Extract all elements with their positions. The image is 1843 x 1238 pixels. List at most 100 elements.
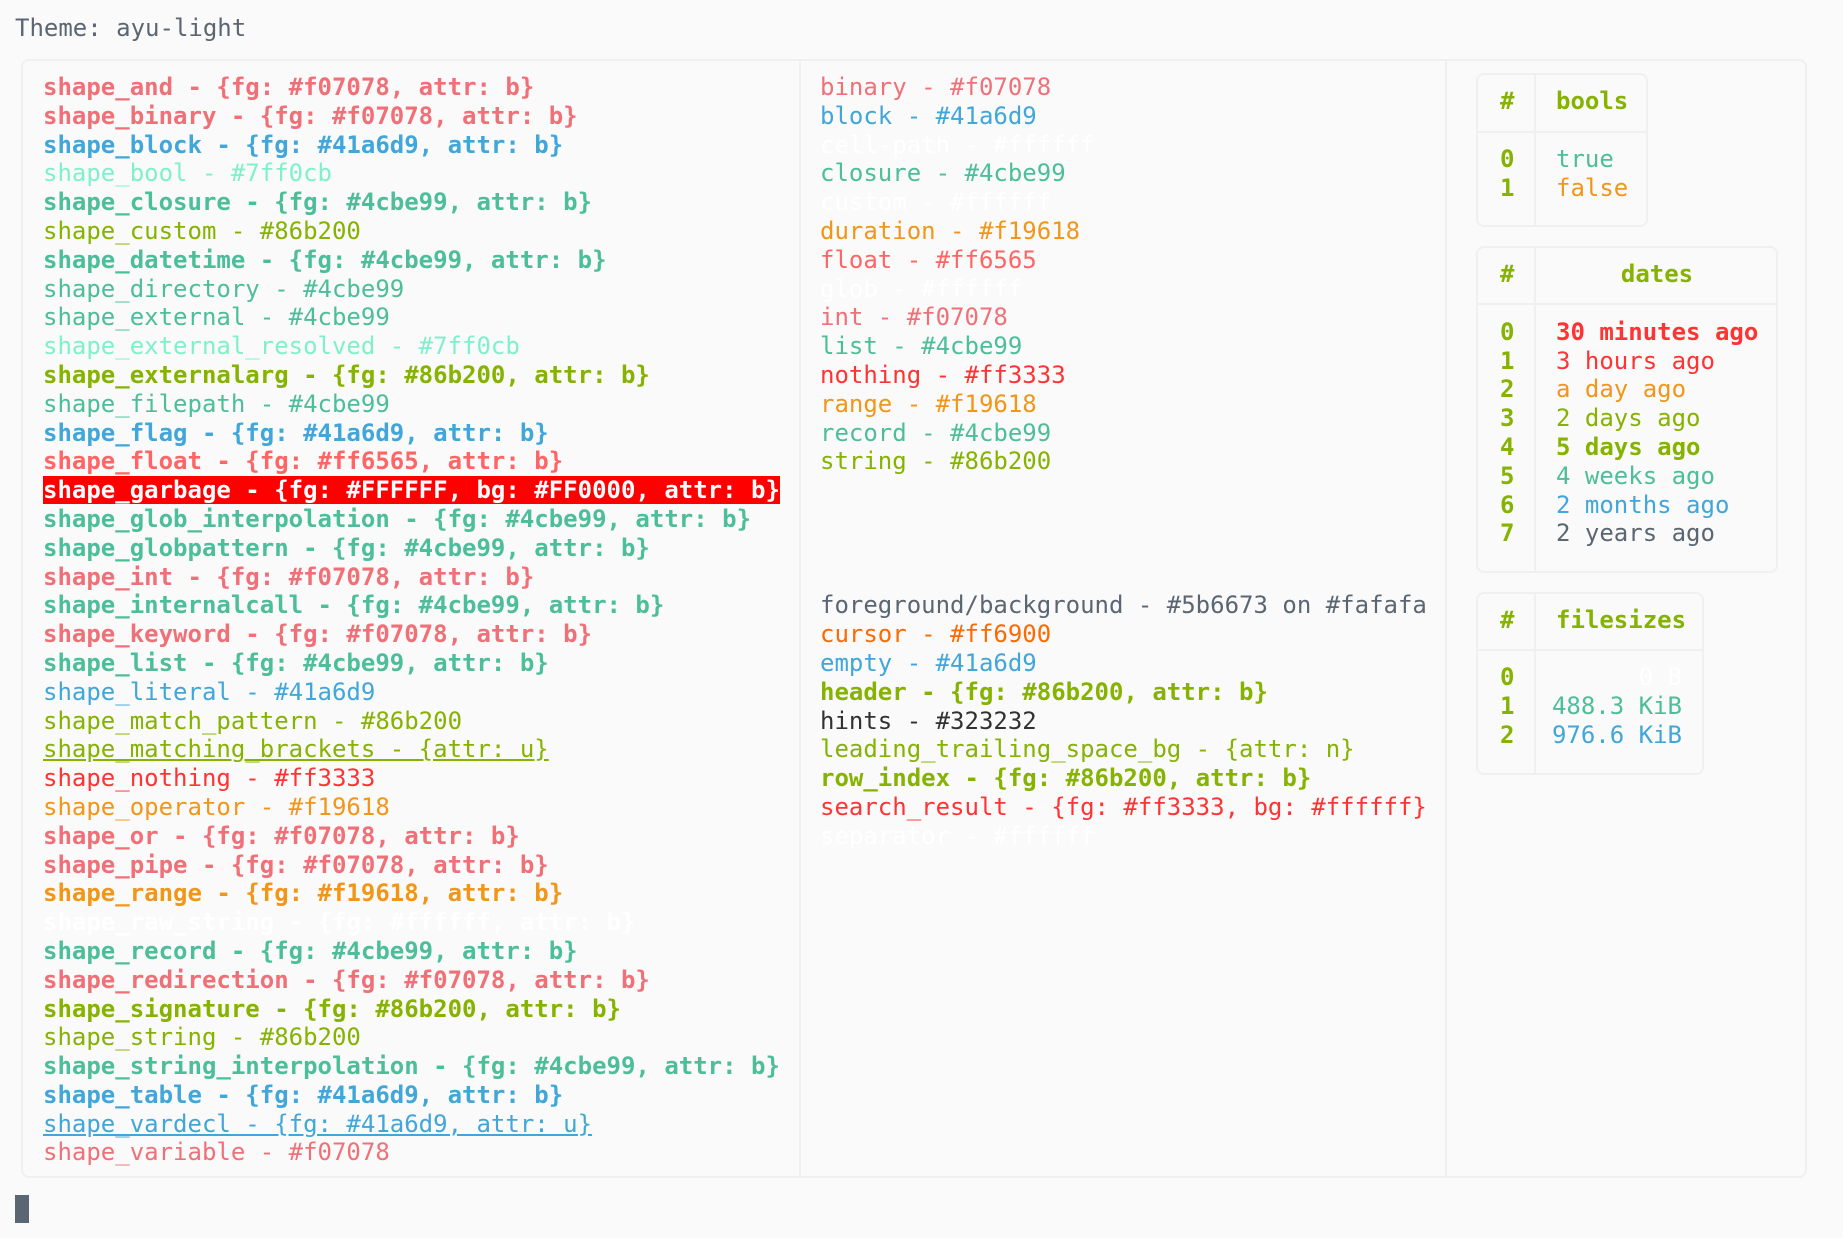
table-filesizes: # filesizes 0 0 B 1 488.3 KiB 2 976.6 KiB	[1476, 591, 1704, 775]
style-line-text: binary - #f07078	[820, 73, 1052, 101]
style-line-text: shape_internalcall - {fg: #4cbe99, attr:…	[43, 591, 665, 620]
style-line: shape_flag - {fg: #41a6d9, attr: b}	[43, 419, 780, 448]
style-line: foreground/background - #5b6673 on #fafa…	[820, 591, 1427, 620]
style-line-text: shape_int - {fg: #f07078, attr: b}	[43, 562, 535, 591]
row-index: 6	[1500, 490, 1515, 519]
style-line-text: shape_globpattern - {fg: #4cbe99, attr: …	[43, 533, 650, 562]
style-line: shape_list - {fg: #4cbe99, attr: b}	[43, 649, 780, 678]
style-line-text: int - #f07078	[820, 303, 1008, 332]
table-dates: # dates 0 30 minutes ago 1 3 hours ago 2 a day …	[1476, 246, 1778, 573]
style-line: int - #f07078	[820, 303, 1427, 332]
style-line	[820, 476, 1427, 505]
style-line: shape_binary - {fg: #f07078, attr: b}	[43, 102, 780, 131]
style-line-text: cursor - #ff6900	[820, 620, 1052, 649]
type-styles-column: binary - #f07078 block - #41a6d9 cell-path…	[820, 73, 1427, 851]
style-line: shape_custom - #86b200	[43, 217, 780, 246]
header-separator	[1478, 130, 1646, 133]
style-line: block - #41a6d9	[820, 102, 1427, 131]
style-line-text: shape_bool - #7ff0cb	[43, 159, 332, 188]
style-line-text: shape_externalarg - {fg: #86b200, attr: …	[43, 360, 650, 389]
style-line-text: shape_or - {fg: #f07078, attr: b}	[43, 821, 520, 850]
row-index: 5	[1500, 461, 1515, 490]
table-bools: # bools 0 true 1 false	[1476, 73, 1648, 228]
style-line-text: shape_variable - #f07078	[43, 1138, 390, 1167]
style-line: shape_glob_interpolation - {fg: #4cbe99,…	[43, 505, 780, 534]
terminal-cursor	[15, 1195, 29, 1223]
column-header: dates	[1620, 260, 1694, 289]
column-divider	[1534, 593, 1536, 773]
style-line-text: empty - #41a6d9	[820, 648, 1037, 677]
style-line: separator - #ffffff	[820, 822, 1427, 851]
style-line-text: shape_block - {fg: #41a6d9, attr: b}	[43, 130, 564, 159]
style-line: shape_table - {fg: #41a6d9, attr: b}	[43, 1081, 780, 1110]
style-line	[820, 505, 1427, 534]
style-line: search_result - {fg: #ff3333, bg: #fffff…	[820, 793, 1427, 822]
style-line-text: block - #41a6d9	[820, 101, 1037, 130]
style-line: duration - #f19618	[820, 217, 1427, 246]
style-line: shape_keyword - {fg: #f07078, attr: b}	[43, 620, 780, 649]
style-line: shape_external - #4cbe99	[43, 303, 780, 332]
row-index: 7	[1500, 519, 1515, 548]
style-line: shape_filepath - #4cbe99	[43, 390, 780, 419]
style-line-text: header - {fg: #86b200, attr: b}	[820, 677, 1268, 706]
style-line-text: shape_closure - {fg: #4cbe99, attr: b}	[43, 188, 593, 217]
style-line-text: shape_external - #4cbe99	[43, 303, 390, 332]
cell-value: 30 minutes ago	[1556, 317, 1759, 346]
style-line: shape_record - {fg: #4cbe99, attr: b}	[43, 937, 780, 966]
theme-title: Theme: ayu-light	[15, 14, 247, 42]
style-line-text: duration - #f19618	[820, 216, 1081, 245]
row-index: 0	[1500, 144, 1515, 173]
style-line-text: leading_trailing_space_bg - {attr: n}	[820, 735, 1355, 764]
cell-value: 2 months ago	[1556, 490, 1730, 519]
style-line-text: shape_record - {fg: #4cbe99, attr: b}	[43, 936, 578, 965]
style-line: shape_string_interpolation - {fg: #4cbe9…	[43, 1052, 780, 1081]
style-line-text: shape_binary - {fg: #f07078, attr: b}	[43, 101, 578, 130]
style-line-text: shape_filepath - #4cbe99	[43, 389, 390, 418]
shape-styles-column: shape_and - {fg: #f07078, attr: b} shape_…	[43, 73, 780, 1167]
style-line: row_index - {fg: #86b200, attr: b}	[820, 764, 1427, 793]
style-line-text: shape_and - {fg: #f07078, attr: b}	[43, 73, 535, 101]
style-line: shape_directory - #4cbe99	[43, 275, 780, 304]
style-line: custom - #ffffff	[820, 188, 1427, 217]
style-line: cursor - #ff6900	[820, 620, 1427, 649]
cell-value: false	[1556, 173, 1629, 202]
row-index: 4	[1500, 432, 1515, 461]
style-line: shape_datetime - {fg: #4cbe99, attr: b}	[43, 246, 780, 275]
style-line: shape_signature - {fg: #86b200, attr: b}	[43, 995, 780, 1024]
column-header: bools	[1556, 87, 1629, 116]
style-line: shape_variable - #f07078	[43, 1138, 780, 1167]
style-line: shape_vardecl - {fg: #41a6d9, attr: u}	[43, 1110, 780, 1139]
row-index: 0	[1500, 663, 1515, 692]
cell-value: 5 days ago	[1556, 432, 1701, 461]
style-line-text: record - #4cbe99	[820, 418, 1052, 447]
style-line-text: shape_string_interpolation - {fg: #4cbe9…	[43, 1052, 780, 1081]
style-line-text: shape_matching_brackets - {attr: u}	[43, 735, 549, 764]
row-index: 1	[1500, 173, 1515, 202]
style-line-text: float - #ff6565	[820, 245, 1037, 274]
style-line-text: shape_signature - {fg: #86b200, attr: b}	[43, 994, 621, 1023]
style-line: shape_match_pattern - #86b200	[43, 707, 780, 736]
style-line: binary - #f07078	[820, 73, 1427, 102]
style-line: shape_and - {fg: #f07078, attr: b}	[43, 73, 780, 102]
style-line-text: shape_nothing - #ff3333	[43, 764, 376, 793]
column-divider	[1445, 59, 1447, 1178]
style-line: shape_float - {fg: #ff6565, attr: b}	[43, 447, 780, 476]
style-line: shape_globpattern - {fg: #4cbe99, attr: …	[43, 534, 780, 563]
style-line: shape_literal - #41a6d9	[43, 678, 780, 707]
style-line: hints - #323232	[820, 707, 1427, 736]
style-line: shape_nothing - #ff3333	[43, 764, 780, 793]
style-line: shape_block - {fg: #41a6d9, attr: b}	[43, 131, 780, 160]
style-line-text: shape_external_resolved - #7ff0cb	[43, 332, 520, 361]
style-line-text: shape_pipe - {fg: #f07078, attr: b}	[43, 850, 549, 879]
style-line: nothing - #ff3333	[820, 361, 1427, 390]
style-line-text: nothing - #ff3333	[820, 360, 1066, 389]
style-line: shape_operator - #f19618	[43, 793, 780, 822]
row-index: 2	[1500, 720, 1515, 749]
style-line-text: shape_vardecl - {fg: #41a6d9, attr: u}	[43, 1109, 593, 1138]
style-line: shape_garbage - {fg: #FFFFFF, bg: #FF000…	[43, 476, 780, 505]
header-separator	[1478, 303, 1776, 306]
row-index: 0	[1500, 317, 1515, 346]
style-line-text: shape_glob_interpolation - {fg: #4cbe99,…	[43, 504, 752, 533]
style-line: cell-path - #ffffff	[820, 131, 1427, 160]
style-line: shape_externalarg - {fg: #86b200, attr: …	[43, 361, 780, 390]
